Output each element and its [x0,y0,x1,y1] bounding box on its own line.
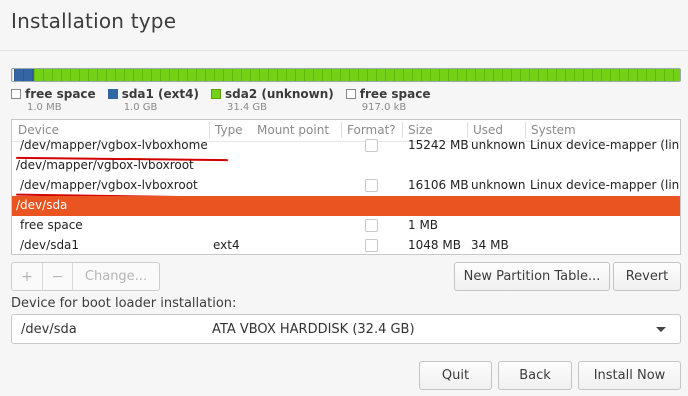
column-header-mount-point[interactable]: Mount point [257,123,329,137]
legend-label: sda1 (ext4) [121,87,199,101]
legend-swatch [11,89,21,99]
add-partition-button[interactable]: + [12,263,43,290]
format-checkbox[interactable] [365,239,378,252]
disk-usage-bar [11,68,681,82]
row-size: 16106 MB [408,178,469,192]
change-partition-button[interactable]: Change... [73,263,159,290]
disk-legend: free space 1.0 MB sda1 (ext4) 1.0 GB sda… [11,87,430,113]
boot-device-description: ATA VBOX HARDDISK (32.4 GB) [212,322,415,337]
legend-label: sda2 (unknown) [224,87,334,101]
format-checkbox[interactable] [365,139,378,152]
table-row[interactable]: /dev/mapper/vgbox-lvboxroot 16106 MB unk… [12,176,680,196]
row-type: ext4 [213,238,240,252]
column-header-device[interactable]: Device [18,123,59,137]
legend-size: 1.0 GB [123,102,158,113]
legend-size: 1.0 MB [27,102,62,113]
legend-size: 31.4 GB [226,102,268,113]
boot-device-value: /dev/sda [21,322,77,337]
row-device: /dev/mapper/vgbox-lvboxroot [20,178,198,192]
legend-item-free-space-end: free space 917.0 kB [345,87,431,113]
row-size: 1048 MB [408,238,461,252]
column-header-size[interactable]: Size [408,123,433,137]
row-size: 1 MB [408,218,439,232]
disk-bar-segment-sda1 [14,69,34,81]
install-now-button[interactable]: Install Now [578,361,681,390]
legend-swatch [345,89,356,99]
row-device: /dev/sda [16,198,68,212]
partition-toolbar: + − Change... [11,262,160,291]
revert-button[interactable]: Revert [613,262,681,291]
remove-partition-button[interactable]: − [43,263,73,290]
back-button[interactable]: Back [498,361,572,390]
title-divider [0,50,688,51]
legend-swatch [107,89,118,99]
table-row[interactable]: /dev/mapper/vgbox-lvboxroot [12,156,680,176]
partition-table[interactable]: Device Type Mount point Format? Size Use… [11,119,681,255]
boot-loader-device-select[interactable]: /dev/sda ATA VBOX HARDDISK (32.4 GB) [11,314,681,344]
row-used: 34 MB [471,238,509,252]
column-header-used[interactable]: Used [473,123,503,137]
legend-label: free space [359,87,431,101]
row-used: unknown [471,178,526,192]
chevron-down-icon [656,327,666,332]
new-partition-table-button[interactable]: New Partition Table... [454,262,610,291]
legend-label: free space [25,87,96,101]
row-device: /dev/mapper/vgbox-lvboxhome [20,138,208,152]
quit-button[interactable]: Quit [419,361,492,390]
format-checkbox[interactable] [365,179,378,192]
column-header-format[interactable]: Format? [347,123,396,137]
row-device: /dev/mapper/vgbox-lvboxroot [16,158,194,172]
legend-item-free-space: free space 1.0 MB [11,87,96,113]
column-header-system[interactable]: System [531,123,576,137]
row-size: 15242 MB [408,138,469,152]
legend-item-sda1: sda1 (ext4) 1.0 GB [107,87,199,113]
legend-swatch [210,89,221,99]
row-device: free space [20,218,83,232]
row-system: Linux device-mapper (line [530,178,681,192]
page-title: Installation type [11,9,177,33]
row-device: /dev/sda1 [20,238,80,252]
row-system: Linux device-mapper (line [530,138,681,152]
legend-size: 917.0 kB [361,102,407,113]
column-header-type[interactable]: Type [215,123,243,137]
boot-loader-label: Device for boot loader installation: [11,296,237,311]
table-row[interactable]: free space 1 MB [12,216,680,236]
table-row[interactable]: /dev/mapper/vgbox-lvboxhome 15242 MB unk… [12,136,680,156]
format-checkbox[interactable] [365,219,378,232]
legend-item-sda2: sda2 (unknown) 31.4 GB [210,87,334,113]
disk-bar-segment-sda2 [34,69,680,81]
row-used: unknown [471,138,526,152]
table-row-selected[interactable]: /dev/sda [12,196,680,216]
table-row[interactable]: /dev/sda1 ext4 1048 MB 34 MB [12,236,680,254]
